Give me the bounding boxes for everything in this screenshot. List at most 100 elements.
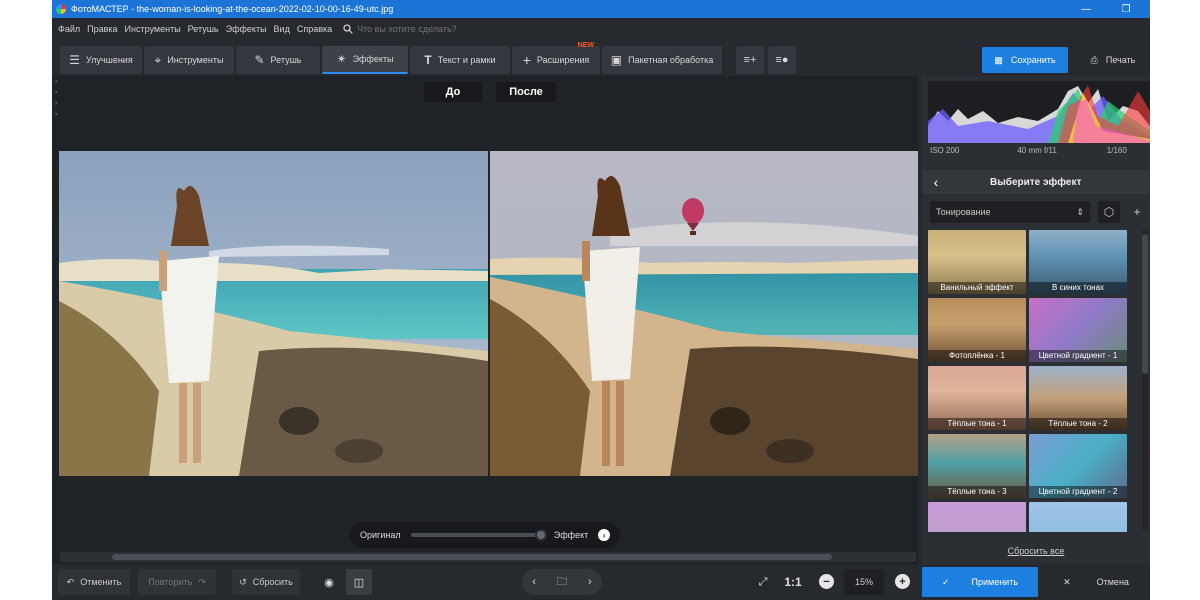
brush-icon: ✎ <box>254 53 265 67</box>
menu-edit[interactable]: Правка <box>87 24 117 34</box>
effects-panel-header: ‹ Выберите эффект <box>922 170 1150 194</box>
eye-icon: ◉ <box>324 576 334 589</box>
chevron-right-icon[interactable]: › <box>588 576 592 588</box>
folder-icon[interactable]: 🗀 <box>556 573 567 592</box>
after-label: После <box>496 82 556 102</box>
panel-title: Выберите эффект <box>990 176 1082 188</box>
scrollbar-thumb[interactable] <box>112 554 832 560</box>
scrollbar-thumb[interactable] <box>1142 234 1148 374</box>
effect-thumb-color-gradient-2[interactable]: Цветной градиент - 2 <box>1029 434 1127 498</box>
redo-button[interactable]: Повторить ↷ <box>138 569 216 595</box>
menu-tools[interactable]: Инструменты <box>125 24 181 34</box>
main-toolbar: ☰ Улучшения ⌖ Инструменты ✎ Ретушь ✴ Эфф… <box>52 40 1150 76</box>
apply-label: Применить <box>971 577 1019 587</box>
tab-text-frames[interactable]: T Текст и рамки <box>410 46 510 74</box>
presets-add-button[interactable]: ≡+ <box>736 46 764 74</box>
settings-add-icon: ≡+ <box>743 54 757 66</box>
print-button[interactable]: ⎙ Печать <box>1076 47 1150 73</box>
menu-file[interactable]: Файл <box>58 24 80 34</box>
printer-icon: ⎙ <box>1090 54 1098 65</box>
image-navigation: ‹ 🗀 › <box>522 569 602 595</box>
tab-label: Эффекты <box>352 54 394 64</box>
presets-info-button[interactable]: ≡● <box>768 46 796 74</box>
cube-icon: ⬡ <box>1103 205 1115 219</box>
tab-enhancements[interactable]: ☰ Улучшения <box>60 46 142 74</box>
effect-thumb-vanilla[interactable]: Ванильный эффект <box>928 230 1026 294</box>
menu-effects[interactable]: Эффекты <box>226 24 267 34</box>
add-effect-button[interactable]: + <box>1126 201 1148 223</box>
effect-strength-control: Оригинал Эффект › <box>350 522 620 548</box>
settings-info-icon: ≡● <box>775 54 789 66</box>
zoom-level[interactable]: 15% <box>844 569 884 595</box>
actual-size-button[interactable]: 1:1 <box>780 569 806 595</box>
save-button[interactable]: ▩ Сохранить <box>982 47 1068 73</box>
effect-thumb-warm-1[interactable]: Тёплые тона - 1 <box>928 366 1026 430</box>
tab-label: Пакетная обработка <box>628 55 714 65</box>
effect-label: Фотоплёнка - 1 <box>928 350 1026 362</box>
before-photo[interactable] <box>59 151 488 476</box>
shutter-value: 1/160 <box>1106 146 1127 155</box>
tab-tools[interactable]: ⌖ Инструменты <box>144 46 234 74</box>
effect-thumb-film-1[interactable]: Фотоплёнка - 1 <box>928 298 1026 362</box>
zoom-in-button[interactable]: + <box>895 574 910 589</box>
apply-button[interactable]: ✓ Применить <box>922 567 1038 597</box>
fit-screen-icon: ⤢ <box>758 575 768 588</box>
compare-button[interactable]: ◫ <box>346 569 372 595</box>
effect-thumb-partial[interactable] <box>1029 502 1127 532</box>
menu-retouch[interactable]: Ретушь <box>188 24 219 34</box>
effect-label: Ванильный эффект <box>928 282 1026 294</box>
undo-button[interactable]: ↶ Отменить <box>58 569 130 595</box>
collapse-arrows[interactable]: › › › › <box>52 76 60 126</box>
search-icon <box>343 24 353 34</box>
reset-label: Сбросить <box>252 577 293 587</box>
plus-icon: + <box>522 52 531 68</box>
chevron-right-icon[interactable]: › <box>598 529 610 541</box>
category-value: Тонирование <box>936 207 991 217</box>
tab-label: Инструменты <box>167 55 224 65</box>
effect-thumb-warm-3[interactable]: Тёплые тона - 3 <box>928 434 1026 498</box>
before-label: До <box>424 82 482 102</box>
tab-label: Расширения <box>536 55 590 65</box>
tab-effects[interactable]: ✴ Эффекты <box>322 46 408 74</box>
crop-icon: ⌖ <box>154 52 162 67</box>
after-photo[interactable] <box>490 151 918 476</box>
reset-button[interactable]: ↺ Сбросить <box>232 569 300 595</box>
3d-lut-button[interactable]: ⬡ <box>1098 201 1120 223</box>
menu-view[interactable]: Вид <box>274 24 290 34</box>
effect-thumb-color-gradient-1[interactable]: Цветной градиент - 1 <box>1029 298 1127 362</box>
tab-batch-processing[interactable]: ▣ Пакетная обработка <box>602 46 722 74</box>
split-view-icon: ◫ <box>353 576 365 589</box>
effect-label: Тёплые тона - 3 <box>928 486 1026 498</box>
effect-strength-slider[interactable] <box>410 529 547 541</box>
reset-icon: ↺ <box>239 576 247 587</box>
chevron-left-icon[interactable]: ‹ <box>532 576 536 588</box>
fit-to-screen-button[interactable]: ⤢ <box>750 569 776 595</box>
menu-bar: Файл Правка Инструменты Ретушь Эффекты В… <box>52 18 1150 40</box>
tab-retouch[interactable]: ✎ Ретушь <box>236 46 320 74</box>
effect-label: В синих тонах <box>1029 282 1127 294</box>
effect-thumb-blue-tones[interactable]: В синих тонах <box>1029 230 1127 294</box>
slider-handle[interactable] <box>534 529 547 541</box>
minimize-icon[interactable]: — <box>1066 0 1106 18</box>
effect-category-select[interactable]: Тонирование ⇕ <box>930 201 1090 223</box>
preview-toggle-button[interactable]: ◉ <box>316 569 342 595</box>
effect-thumb-partial[interactable] <box>928 502 1026 532</box>
tab-extensions[interactable]: + Расширения NEW <box>512 42 600 74</box>
app-logo-icon <box>56 4 66 14</box>
horizontal-scrollbar[interactable] <box>60 552 916 562</box>
undo-label: Отменить <box>80 577 122 587</box>
save-label: Сохранить <box>1010 55 1056 65</box>
floppy-disk-icon: ▩ <box>994 54 1003 65</box>
zoom-out-button[interactable]: − <box>819 574 834 589</box>
effect-thumb-warm-2[interactable]: Тёплые тона - 2 <box>1029 366 1127 430</box>
restore-icon[interactable]: ❐ <box>1106 0 1146 18</box>
search-input[interactable] <box>357 24 518 34</box>
tab-label: Улучшения <box>86 55 133 65</box>
reset-all-link[interactable]: Сбросить все <box>922 546 1150 556</box>
effects-scrollbar[interactable] <box>1142 230 1148 530</box>
back-arrow-icon[interactable]: ‹ <box>922 174 950 190</box>
iso-value: ISO 200 <box>930 146 960 155</box>
cancel-label: Отмена <box>1096 577 1129 587</box>
cancel-button[interactable]: ✕ Отмена <box>1042 567 1150 597</box>
menu-help[interactable]: Справка <box>297 24 332 34</box>
